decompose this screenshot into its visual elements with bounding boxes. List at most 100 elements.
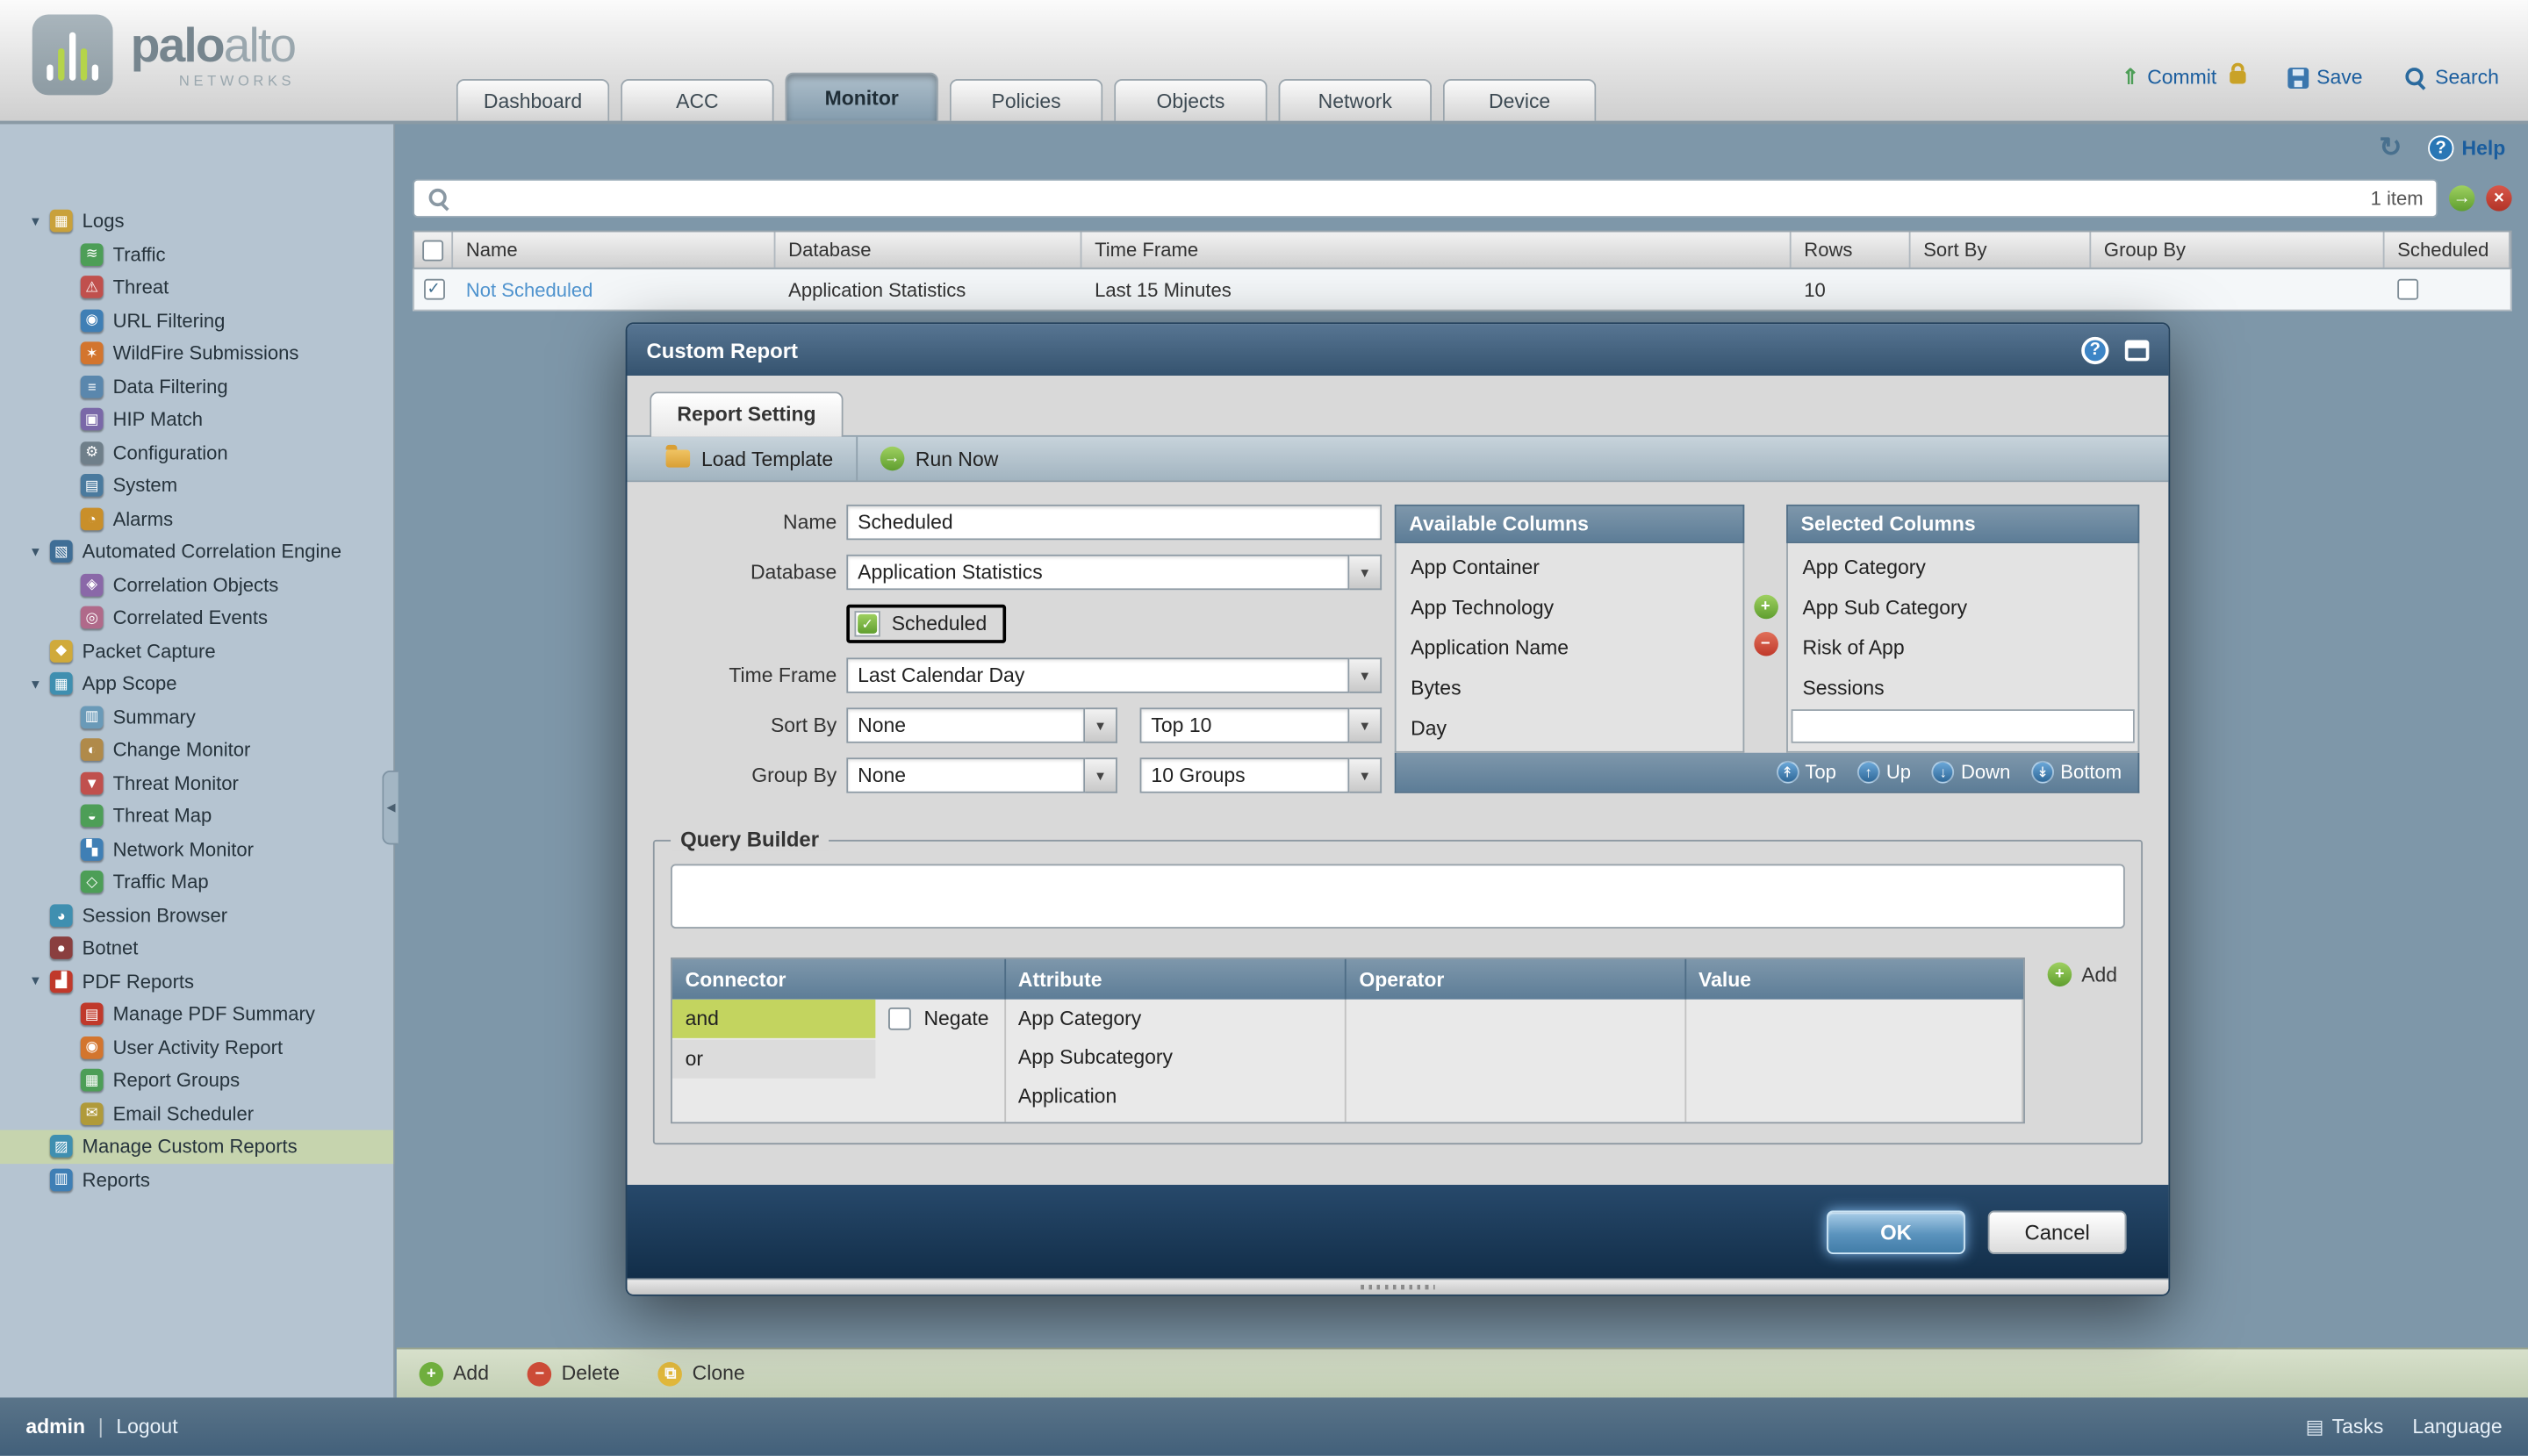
sidebar-item-manage-pdf-summary[interactable]: ▤Manage PDF Summary [0,998,393,1031]
attribute-option-app-category[interactable]: App Category [1005,1000,1345,1038]
connector-option-and[interactable]: and [672,1000,875,1038]
tab-device[interactable]: Device [1443,79,1596,121]
remove-column-button[interactable]: − [1753,632,1778,656]
chevron-down-icon[interactable]: ▼ [1085,757,1117,793]
dialog-resize-handle[interactable] [627,1279,2168,1295]
sidebar-item-configuration[interactable]: ⚙Configuration [0,436,393,470]
tab-acc[interactable]: ACC [621,79,773,121]
connector-option-or[interactable]: or [672,1040,875,1079]
sidebar-item-alarms[interactable]: ◔Alarms [0,502,393,535]
logout-link[interactable]: Logout [116,1416,177,1438]
tab-objects[interactable]: Objects [1114,79,1267,121]
sidebar-item-session-browser[interactable]: ◕Session Browser [0,899,393,932]
reorder-top-button[interactable]: ↟Top [1776,761,1836,784]
sidebar-item-data-filtering[interactable]: ≡Data Filtering [0,370,393,404]
clear-filter-button[interactable]: × [2486,185,2511,211]
sidebar-item-traffic-map[interactable]: ◇Traffic Map [0,865,393,899]
column-header-group-by[interactable]: Group By [2091,232,2384,267]
group-count-select[interactable]: 10 Groups ▼ [1140,757,1382,793]
selected-column-item[interactable]: App Category [1788,547,2138,587]
sidebar-item-correlation-objects[interactable]: ◈Correlation Objects [0,568,393,601]
sort-by-select[interactable]: None ▼ [846,707,1117,742]
group-by-select[interactable]: None ▼ [846,757,1117,793]
filter-search-input[interactable] [461,185,2359,211]
run-now-button[interactable]: → Run Now [858,437,1021,481]
sidebar-item-botnet[interactable]: ●Botnet [0,932,393,965]
column-header-database[interactable]: Database [775,232,1081,267]
sort-top-select[interactable]: Top 10 ▼ [1140,707,1382,742]
tab-monitor[interactable]: Monitor [785,73,937,121]
language-button[interactable]: Language [2412,1416,2502,1438]
dialog-titlebar[interactable]: Custom Report ? [627,324,2168,376]
column-header-scheduled[interactable]: Scheduled [2385,232,2510,267]
selected-column-item[interactable]: App Sub Category [1788,587,2138,628]
attribute-option-application[interactable]: Application [1005,1077,1345,1115]
add-column-button[interactable]: + [1753,595,1778,620]
reorder-down-button[interactable]: ↓Down [1932,761,2010,784]
clone-button[interactable]: ⧉Clone [658,1361,745,1386]
sidebar-item-user-activity-report[interactable]: ◉User Activity Report [0,1031,393,1065]
time-frame-select[interactable]: Last Calendar Day ▼ [846,657,1382,692]
sidebar-item-change-monitor[interactable]: ◐Change Monitor [0,734,393,767]
tree-expander-icon[interactable]: ▼ [25,214,45,229]
tree-expander-icon[interactable]: ▼ [25,677,45,692]
sidebar-item-packet-capture[interactable]: ◆Packet Capture [0,635,393,668]
negate-checkbox[interactable] [888,1008,911,1030]
chevron-down-icon[interactable]: ▼ [1349,757,1382,793]
sidebar-item-threat-map[interactable]: ◒Threat Map [0,800,393,833]
available-column-item[interactable]: Application Name [1397,627,1743,667]
report-row[interactable]: ✓Not ScheduledApplication StatisticsLast… [413,269,2511,312]
scheduled-checkbox[interactable]: ✓ [854,611,880,636]
row-cell-name[interactable]: Not Scheduled [453,269,775,310]
database-select[interactable]: Application Statistics ▼ [846,555,1382,590]
dialog-minimize-icon[interactable] [2125,340,2150,361]
commit-button[interactable]: ⇑ Commit [2122,64,2245,90]
available-column-item[interactable]: Day [1397,707,1743,748]
selected-column-item[interactable]: Risk of App [1788,627,2138,667]
dialog-help-icon[interactable]: ? [2081,336,2108,363]
chevron-down-icon[interactable]: ▼ [1349,657,1382,692]
tab-report-setting[interactable]: Report Setting [650,391,844,436]
chevron-down-icon[interactable]: ▼ [1085,707,1117,742]
tab-network[interactable]: Network [1279,79,1432,121]
sidebar-item-wildfire-submissions[interactable]: ✶WildFire Submissions [0,337,393,370]
available-column-item[interactable]: App Container [1397,547,1743,587]
reorder-up-button[interactable]: ↑Up [1857,761,1911,784]
column-header-name[interactable]: Name [453,232,775,267]
name-input[interactable] [846,505,1382,540]
apply-filter-button[interactable]: → [2449,185,2474,211]
attribute-option-app-subcategory[interactable]: App Subcategory [1005,1038,1345,1077]
available-column-item[interactable]: App Technology [1397,587,1743,628]
tree-expander-icon[interactable]: ▼ [25,974,45,989]
help-button[interactable]: ? Help [2428,135,2505,161]
cancel-button[interactable]: Cancel [1988,1209,2127,1253]
add-button[interactable]: +Add [420,1361,489,1386]
sidebar-item-manage-custom-reports[interactable]: ▨Manage Custom Reports [0,1130,393,1164]
selected-column-edit-field[interactable] [1792,709,2135,743]
query-add-button[interactable]: + Add [2048,963,2117,987]
sidebar-item-threat[interactable]: ⚠Threat [0,271,393,305]
sidebar-item-pdf-reports[interactable]: ▼▟PDF Reports [0,965,393,998]
sidebar-item-reports[interactable]: ▥Reports [0,1163,393,1196]
refresh-icon[interactable]: ↻ [2379,135,2402,161]
sidebar-item-email-scheduler[interactable]: ✉Email Scheduler [0,1097,393,1130]
column-header-time-frame[interactable]: Time Frame [1081,232,1791,267]
ok-button[interactable]: OK [1827,1209,1965,1253]
sidebar-item-automated-correlation-engine[interactable]: ▼▧Automated Correlation Engine [0,535,393,569]
delete-button[interactable]: −Delete [528,1361,620,1386]
sidebar-item-report-groups[interactable]: ▦Report Groups [0,1064,393,1097]
sidebar-item-traffic[interactable]: ≋Traffic [0,238,393,271]
chevron-down-icon[interactable]: ▼ [1349,707,1382,742]
sidebar-item-url-filtering[interactable]: ◉URL Filtering [0,304,393,337]
row-scheduled-checkbox[interactable] [2397,279,2418,300]
sidebar-item-system[interactable]: ▤System [0,469,393,502]
row-checkbox[interactable]: ✓ [423,279,444,300]
query-input[interactable] [671,864,2125,928]
sidebar-item-network-monitor[interactable]: ▚Network Monitor [0,833,393,866]
sidebar-item-logs[interactable]: ▼▦Logs [0,204,393,238]
sidebar-item-correlated-events[interactable]: ◎Correlated Events [0,601,393,635]
column-header-sort-by[interactable]: Sort By [1911,232,2092,267]
sidebar-item-threat-monitor[interactable]: ▼Threat Monitor [0,766,393,800]
selected-column-item[interactable]: Sessions [1788,667,2138,707]
sidebar-item-summary[interactable]: ▥Summary [0,700,393,734]
